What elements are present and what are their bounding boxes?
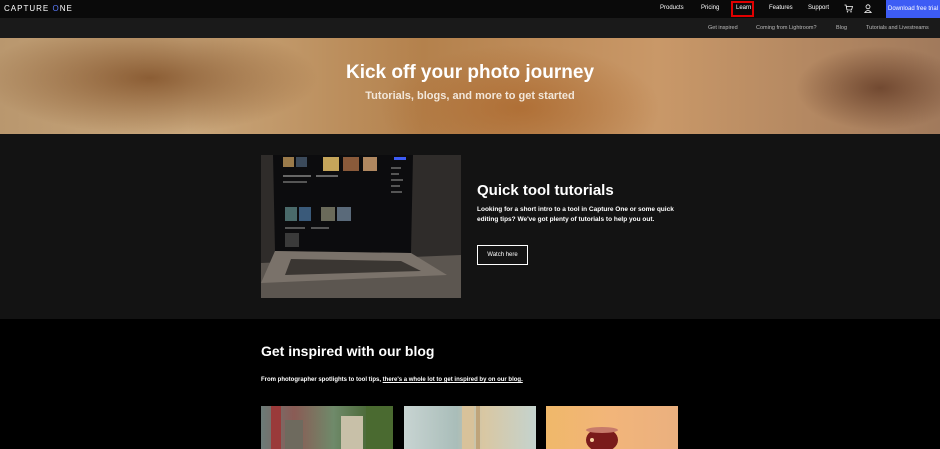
laptop-tutorial-image xyxy=(261,155,461,298)
nav-features[interactable]: Features xyxy=(769,5,793,11)
nav-products[interactable]: Products xyxy=(660,5,684,11)
hero-banner: Kick off your photo journey Tutorials, b… xyxy=(0,38,940,134)
hero-title: Kick off your photo journey xyxy=(345,62,595,83)
blog-link[interactable]: there's a whole lot to get inspired by o… xyxy=(383,377,523,383)
blog-card-3-image xyxy=(586,427,618,449)
nav-support[interactable]: Support xyxy=(808,5,829,11)
nav-learn-highlight xyxy=(731,1,754,17)
account-icon[interactable] xyxy=(864,4,872,13)
subnav-tutorials-livestreams[interactable]: Tutorials and Livestreams xyxy=(866,25,929,31)
blog-card-1[interactable] xyxy=(261,406,393,449)
cart-icon[interactable] xyxy=(844,4,853,13)
download-free-trial-button[interactable]: Download free trial xyxy=(886,0,940,18)
blog-section: Get inspired with our blog From photogra… xyxy=(0,319,940,449)
logo-text-left: CAPTURE xyxy=(4,4,53,13)
subnav-get-inspired[interactable]: Get inspired xyxy=(708,25,738,31)
blog-card-2[interactable] xyxy=(404,406,536,449)
tutorials-section: Quick tool tutorials Looking for a short… xyxy=(0,134,940,319)
logo-text-o: O xyxy=(52,4,60,13)
blog-description-text: From photographer spotlights to tool tip… xyxy=(261,377,383,383)
hero-subtitle: Tutorials, blogs, and more to get starte… xyxy=(365,90,575,102)
subnav-blog[interactable]: Blog xyxy=(836,25,847,31)
laptop-illustration xyxy=(261,155,461,298)
blog-card-3[interactable] xyxy=(546,406,678,449)
top-navigation: CAPTURE ONE Products Pricing Learn Featu… xyxy=(0,0,940,18)
logo-text-right: NE xyxy=(59,4,73,13)
watch-here-button[interactable]: Watch here xyxy=(477,245,528,265)
tutorials-description: Looking for a short intro to a tool in C… xyxy=(477,206,674,223)
blog-title: Get inspired with our blog xyxy=(261,343,435,359)
tutorials-title: Quick tool tutorials xyxy=(477,182,614,199)
capture-one-logo[interactable]: CAPTURE ONE xyxy=(4,4,73,13)
blog-card-1-image xyxy=(271,406,393,449)
blog-description: From photographer spotlights to tool tip… xyxy=(261,377,523,383)
nav-pricing[interactable]: Pricing xyxy=(701,5,719,11)
blog-card-2-image xyxy=(462,406,480,449)
subnav-coming-from-lightroom[interactable]: Coming from Lightroom? xyxy=(756,25,817,31)
sub-navigation: Get inspired Coming from Lightroom? Blog… xyxy=(0,18,940,38)
